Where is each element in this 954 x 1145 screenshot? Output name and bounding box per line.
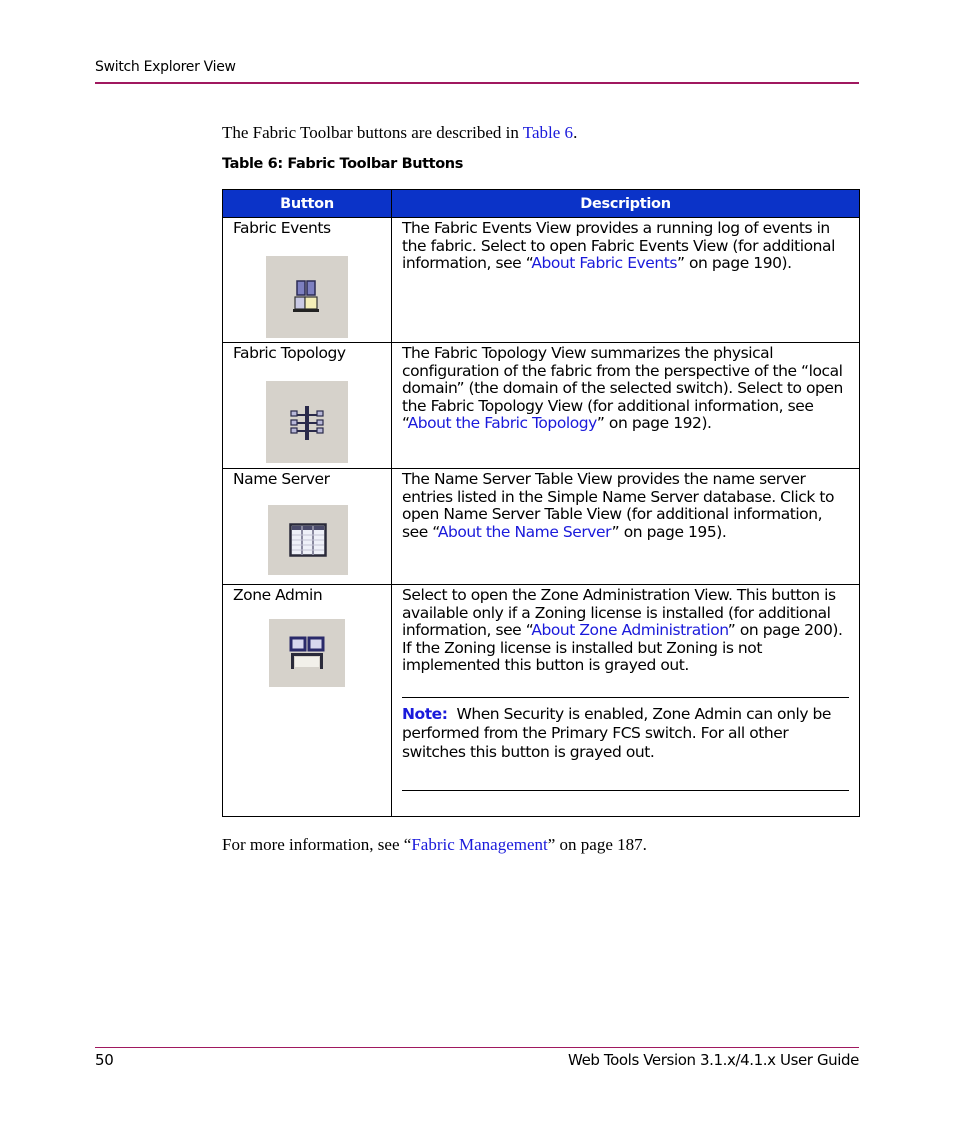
- description-text: The Fabric Topology View summarizes the …: [392, 343, 859, 433]
- more-info-text-end: ” on page 187.: [547, 835, 647, 854]
- description-cell: The Name Server Table View provides the …: [391, 468, 860, 585]
- description-text: The Fabric Events View provides a runnin…: [392, 218, 859, 273]
- button-name: Name Server: [233, 470, 330, 488]
- note-label: Note:: [402, 704, 448, 723]
- button-cell: Name Server: [222, 468, 392, 585]
- page-number: 50: [95, 1051, 114, 1069]
- button-name: Fabric Events: [233, 219, 331, 237]
- name-server-table-icon: [268, 504, 348, 575]
- about-fabric-events-link[interactable]: About Fabric Events: [531, 254, 677, 272]
- running-head: Switch Explorer View: [95, 59, 236, 75]
- fabric-topology-icon: [266, 380, 348, 463]
- description-cell: The Fabric Topology View summarizes the …: [391, 342, 860, 469]
- footer-rule: [95, 1047, 859, 1048]
- note-block: Note: When Security is enabled, Zone Adm…: [402, 696, 849, 791]
- more-info-text: For more information, see “: [222, 835, 412, 854]
- table-row: Fabric Topology The Fabric Topology View…: [222, 342, 860, 469]
- desc-text-end: ” on page 195).: [611, 522, 727, 541]
- description-text: Select to open the Zone Administration V…: [392, 585, 859, 675]
- header-rule: [95, 82, 859, 84]
- more-info-paragraph: For more information, see “Fabric Manage…: [222, 835, 647, 855]
- desc-text-end: ” on page 192).: [596, 414, 712, 432]
- fabric-toolbar-buttons-table: Button Description Fabric Events The Fab…: [222, 189, 860, 817]
- fabric-management-link[interactable]: Fabric Management: [411, 835, 547, 854]
- button-name: Zone Admin: [233, 586, 323, 604]
- note-text: When Security is enabled, Zone Admin can…: [402, 704, 831, 761]
- about-name-server-link[interactable]: About the Name Server: [438, 523, 612, 541]
- button-name: Fabric Topology: [233, 344, 346, 362]
- button-cell: Zone Admin: [222, 584, 392, 817]
- guide-title: Web Tools Version 3.1.x/4.1.x User Guide: [568, 1051, 859, 1069]
- description-text: The Name Server Table View provides the …: [392, 469, 859, 541]
- table-caption: Table 6: Fabric Toolbar Buttons: [222, 156, 463, 172]
- column-header-button: Button: [222, 189, 392, 218]
- button-cell: Fabric Events: [222, 217, 392, 343]
- intro-paragraph: The Fabric Toolbar buttons are described…: [222, 123, 577, 143]
- fabric-events-icon: [266, 255, 348, 338]
- desc-text-end: ” on page 190).: [676, 254, 792, 272]
- intro-text-end: .: [573, 123, 578, 142]
- about-fabric-topology-link[interactable]: About the Fabric Topology: [408, 414, 598, 432]
- description-cell: Select to open the Zone Administration V…: [391, 584, 860, 817]
- table-row: Fabric Events The Fabric Events View pro…: [222, 217, 860, 343]
- table-6-link[interactable]: Table 6: [523, 123, 573, 142]
- description-cell: The Fabric Events View provides a runnin…: [391, 217, 860, 343]
- about-zone-administration-link[interactable]: About Zone Administration: [531, 621, 728, 639]
- column-header-description: Description: [391, 189, 860, 218]
- zone-admin-icon: [269, 618, 345, 687]
- intro-text: The Fabric Toolbar buttons are described…: [222, 123, 523, 142]
- table-header-row: Button Description: [222, 189, 860, 218]
- table-row: Zone Admin Select to open the Zone Admin…: [222, 584, 860, 817]
- button-cell: Fabric Topology: [222, 342, 392, 469]
- table-row: Name Server The Name Server Table View p…: [222, 468, 860, 585]
